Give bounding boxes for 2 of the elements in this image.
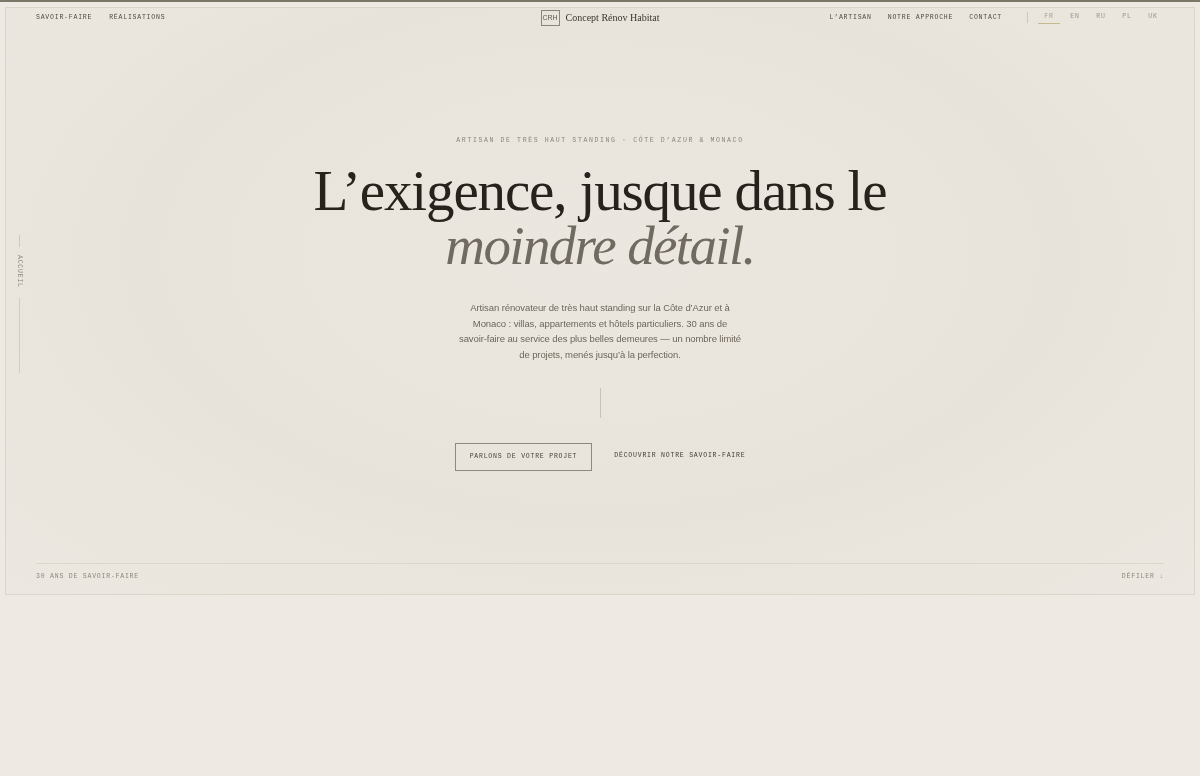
intro-paragraph: Artisan rénovateur de très haut standing sur la Côte d’Azur et à Monaco : villas, appartements et hôtels particuliers. 30 ans de savoir-faire au service des plus belles demeures — un nombre limité de projets, menés jusqu’à la perfection. xyxy=(459,301,741,362)
logo-text[interactable]: Concept Rénov Habitat xyxy=(565,11,660,24)
